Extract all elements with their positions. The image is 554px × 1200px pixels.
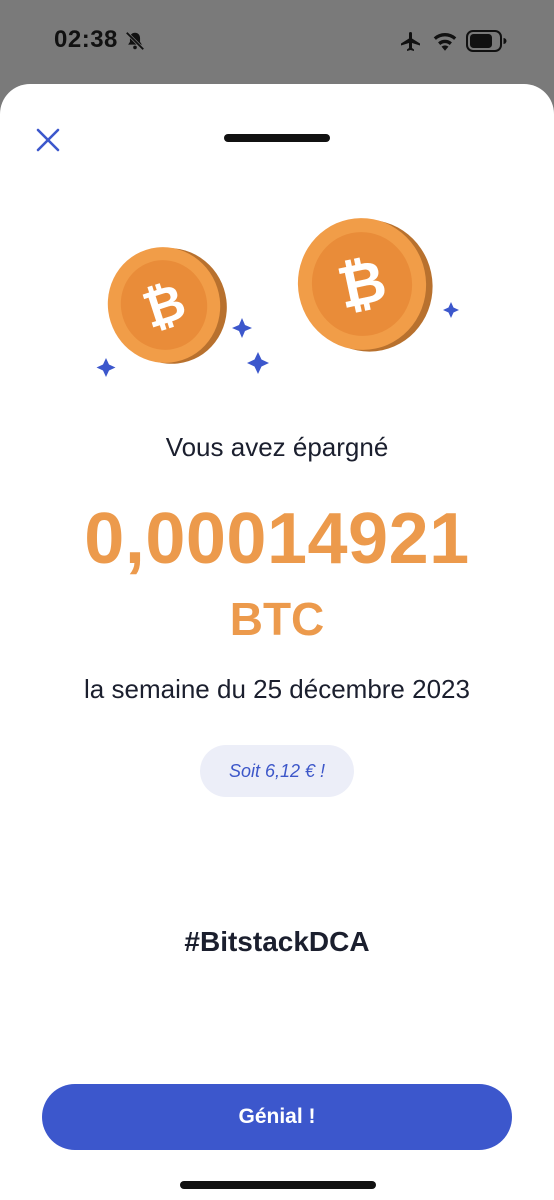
home-indicator <box>180 1181 376 1189</box>
sparkle-icon <box>96 358 116 377</box>
left-bitcoin-coin: ₿ <box>107 247 227 364</box>
btc-amount: 0,00014921 <box>84 499 470 579</box>
bitcoin-coins-illustration: ₿ ₿ <box>96 218 459 377</box>
sparkle-icon <box>247 352 269 374</box>
confirm-button[interactable]: Génial ! <box>42 1084 512 1150</box>
hashtag-label: #BitstackDCA <box>184 926 370 957</box>
period-label: la semaine du 25 décembre 2023 <box>84 674 470 704</box>
status-bar: 02:38 <box>0 0 554 84</box>
sheet-grabber[interactable] <box>224 134 330 142</box>
currency-label: BTC <box>229 593 325 645</box>
bell-slash-icon <box>125 31 145 51</box>
right-bitcoin-coin: ₿ <box>297 218 433 352</box>
airplane-icon <box>401 32 420 51</box>
wifi-icon <box>433 32 457 51</box>
saved-label: Vous avez épargné <box>165 432 389 462</box>
battery-icon <box>466 30 507 52</box>
status-time: 02:38 <box>54 26 118 53</box>
sparkle-icon <box>232 318 252 338</box>
eur-equivalent-badge: Soit 6,12 € ! <box>200 745 354 797</box>
close-icon[interactable] <box>28 120 68 160</box>
sparkle-icon <box>443 302 459 318</box>
bottom-sheet: ₿ ₿ Vous avez épargné 0,00014921 BTC la … <box>0 84 554 1200</box>
